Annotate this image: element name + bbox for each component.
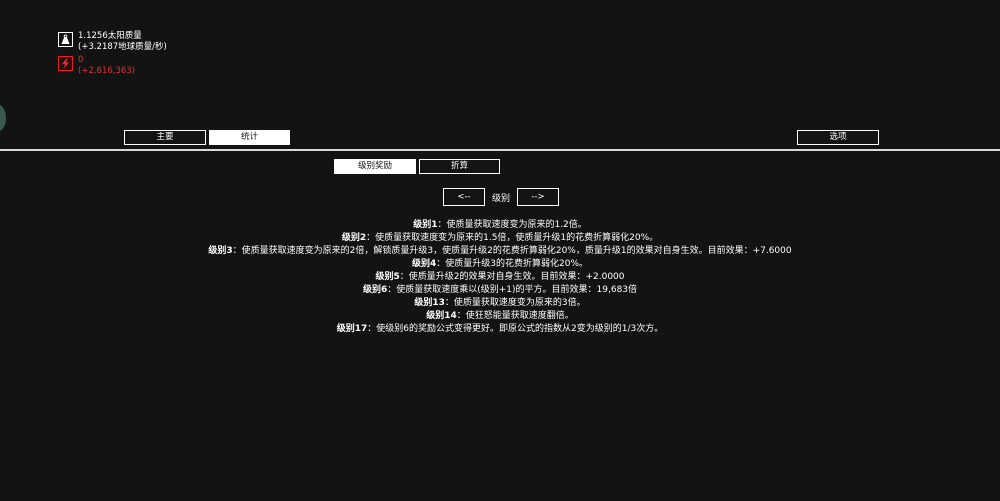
next-level-button[interactable]: --> <box>517 188 559 206</box>
mass-resource: 1.1256太阳质量 (+3.2187地球质量/秒) <box>58 31 167 53</box>
reward-text: ：使质量获取速度变为原来的2倍，解锁质量升级3，使质量升级2的花费折算弱化20%… <box>232 246 792 256</box>
side-panel-handle[interactable] <box>0 104 6 132</box>
mass-rate: (+3.2187地球质量/秒) <box>78 42 167 52</box>
reward-level: 级别1 <box>413 220 438 230</box>
reward-text: ：使质量获取速度变为原来的1.2倍。 <box>437 220 587 230</box>
reward-row: 级别1：使质量获取速度变为原来的1.2倍。 <box>0 219 1000 232</box>
reward-row: 级别17：使级别6的奖励公式变得更好。即原公式的指数从2变为级别的1/3次方。 <box>0 323 1000 336</box>
reward-row: 级别4：使质量升级3的花费折算弱化20%。 <box>0 258 1000 271</box>
tab-discount[interactable]: 折算 <box>419 159 500 174</box>
reward-level: 级别17 <box>336 324 368 334</box>
prev-level-button[interactable]: <-- <box>443 188 485 206</box>
reward-text: ：使质量获取速度乘以(级别+1)的平方。目前效果：19,683倍 <box>387 285 638 295</box>
reward-text: ：使质量获取速度变为原来的3倍。 <box>444 298 586 308</box>
reward-level: 级别3 <box>208 246 233 256</box>
reward-row: 级别5：使质量升级2的效果对自身生效。目前效果：+2.0000 <box>0 271 1000 284</box>
reward-level: 级别6 <box>362 285 388 295</box>
tab-main[interactable]: 主要 <box>124 130 206 145</box>
tab-stats[interactable]: 统计 <box>209 130 290 145</box>
reward-row: 级别6：使质量获取速度乘以(级别+1)的平方。目前效果：19,683倍 <box>0 284 1000 297</box>
rewards-list: 级别1：使质量获取速度变为原来的1.2倍。 级别2：使质量获取速度变为原来的1.… <box>0 219 1000 336</box>
reward-level: 级别13 <box>414 298 445 308</box>
reward-level: 级别5 <box>375 272 400 282</box>
weight-icon <box>58 32 73 47</box>
reward-row: 级别13：使质量获取速度变为原来的3倍。 <box>0 297 1000 310</box>
level-label: 级别 <box>491 194 510 204</box>
reward-text: ：使质量升级2的效果对自身生效。目前效果：+2.0000 <box>399 272 625 282</box>
reward-level: 级别14 <box>426 311 457 321</box>
reward-text: ：使级别6的奖励公式变得更好。即原公式的指数从2变为级别的1/3次方。 <box>367 324 664 334</box>
reward-text: ：使质量升级3的花费折算弱化20%。 <box>436 259 588 269</box>
rage-amount: 0 <box>78 55 84 65</box>
reward-row: 级别3：使质量获取速度变为原来的2倍，解锁质量升级3，使质量升级2的花费折算弱化… <box>0 245 1000 258</box>
reward-level: 级别4 <box>412 259 437 269</box>
reward-row: 级别2：使质量获取速度变为原来的1.5倍，使质量升级1的花费折算弱化20%。 <box>0 232 1000 245</box>
reward-text: ：使狂怒能量获取速度翻倍。 <box>456 311 574 321</box>
reward-level: 级别2 <box>341 233 367 243</box>
tab-level-rewards[interactable]: 级别奖励 <box>334 159 416 174</box>
mass-amount: 1.1256太阳质量 <box>78 31 142 41</box>
rage-resource: 0 (+2,616,363) <box>58 55 135 77</box>
reward-row: 级别14：使狂怒能量获取速度翻倍。 <box>0 310 1000 323</box>
reward-text: ：使质量获取速度变为原来的1.5倍，使质量升级1的花费折算弱化20%。 <box>366 233 659 243</box>
tab-options[interactable]: 选项 <box>797 130 879 145</box>
tab-divider <box>0 149 1000 151</box>
rage-rate: (+2,616,363) <box>78 66 136 76</box>
lightning-icon <box>58 56 73 71</box>
